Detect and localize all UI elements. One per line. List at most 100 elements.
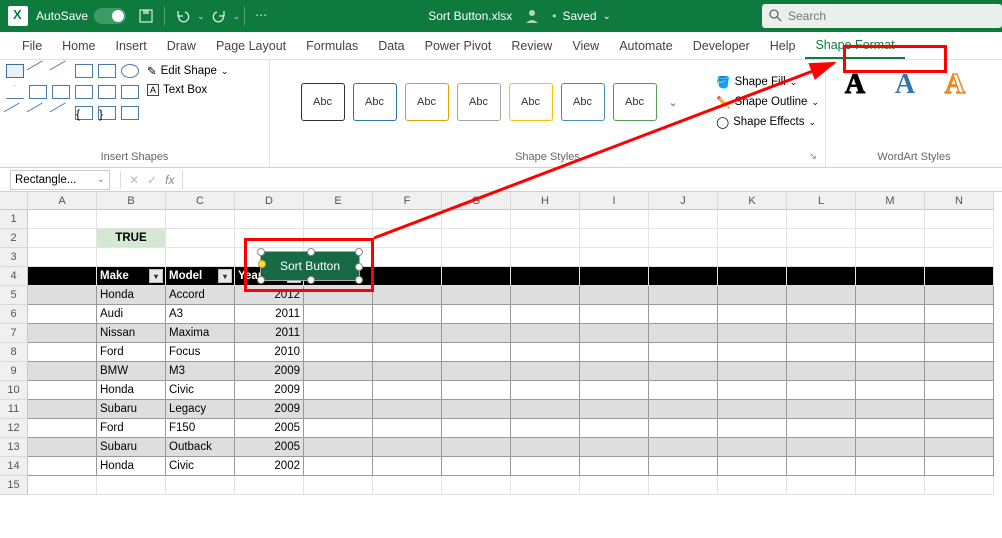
cell[interactable] bbox=[787, 286, 856, 305]
shape-effects-button[interactable]: ◯Shape Effects⌄ bbox=[716, 115, 819, 129]
style-chip[interactable]: Abc bbox=[561, 83, 605, 121]
cell[interactable] bbox=[925, 248, 994, 267]
cell[interactable] bbox=[373, 305, 442, 324]
cell[interactable] bbox=[166, 210, 235, 229]
cell[interactable] bbox=[787, 476, 856, 495]
cell[interactable]: 2010 bbox=[235, 343, 304, 362]
select-all-corner[interactable] bbox=[0, 192, 28, 210]
cell[interactable] bbox=[856, 343, 925, 362]
cell[interactable]: BMW bbox=[97, 362, 166, 381]
cell[interactable] bbox=[442, 476, 511, 495]
cell[interactable] bbox=[28, 438, 97, 457]
cell[interactable] bbox=[304, 381, 373, 400]
cell[interactable]: 2009 bbox=[235, 381, 304, 400]
cell[interactable] bbox=[580, 229, 649, 248]
tab-insert[interactable]: Insert bbox=[106, 32, 157, 59]
cell[interactable] bbox=[580, 343, 649, 362]
cell[interactable] bbox=[856, 457, 925, 476]
cell[interactable] bbox=[649, 267, 718, 286]
cell[interactable] bbox=[580, 476, 649, 495]
worksheet-grid[interactable]: A B C D E F G H I J K L M N 123456789101… bbox=[0, 192, 1002, 495]
cell[interactable] bbox=[925, 210, 994, 229]
col-header[interactable]: J bbox=[649, 192, 718, 210]
cell[interactable]: Audi bbox=[97, 305, 166, 324]
cell[interactable] bbox=[28, 305, 97, 324]
shape-fill-button[interactable]: 🪣Shape Fill⌄ bbox=[716, 75, 819, 89]
tab-draw[interactable]: Draw bbox=[157, 32, 206, 59]
cell[interactable] bbox=[373, 362, 442, 381]
cell[interactable]: Subaru bbox=[97, 400, 166, 419]
row-header[interactable]: 6 bbox=[0, 305, 28, 324]
row-header[interactable]: 3 bbox=[0, 248, 28, 267]
cell[interactable] bbox=[580, 438, 649, 457]
cell[interactable] bbox=[373, 343, 442, 362]
cell[interactable] bbox=[856, 248, 925, 267]
row-header[interactable]: 4 bbox=[0, 267, 28, 286]
cell[interactable] bbox=[649, 419, 718, 438]
filter-dropdown-icon[interactable]: ▾ bbox=[149, 269, 163, 283]
row-header[interactable]: 1 bbox=[0, 210, 28, 229]
undo-icon[interactable] bbox=[175, 8, 191, 24]
cell[interactable]: Legacy bbox=[166, 400, 235, 419]
style-chip[interactable]: Abc bbox=[405, 83, 449, 121]
tab-developer[interactable]: Developer bbox=[683, 32, 760, 59]
col-header[interactable]: E bbox=[304, 192, 373, 210]
cell[interactable]: Outback bbox=[166, 438, 235, 457]
cell[interactable] bbox=[304, 457, 373, 476]
row-header[interactable]: 11 bbox=[0, 400, 28, 419]
cell[interactable] bbox=[787, 229, 856, 248]
cell[interactable] bbox=[580, 267, 649, 286]
cell[interactable] bbox=[442, 381, 511, 400]
cell[interactable] bbox=[718, 438, 787, 457]
save-icon[interactable] bbox=[138, 8, 154, 24]
cell[interactable] bbox=[718, 267, 787, 286]
cell[interactable] bbox=[787, 362, 856, 381]
cell[interactable] bbox=[925, 324, 994, 343]
cell[interactable] bbox=[856, 210, 925, 229]
tab-home[interactable]: Home bbox=[52, 32, 105, 59]
formula-input[interactable] bbox=[182, 170, 1002, 190]
cell[interactable]: 2009 bbox=[235, 400, 304, 419]
cell[interactable] bbox=[442, 400, 511, 419]
cell[interactable] bbox=[856, 305, 925, 324]
tab-power-pivot[interactable]: Power Pivot bbox=[415, 32, 502, 59]
row-header[interactable]: 7 bbox=[0, 324, 28, 343]
cell[interactable] bbox=[304, 438, 373, 457]
cell[interactable] bbox=[28, 343, 97, 362]
cell[interactable] bbox=[718, 324, 787, 343]
cell[interactable] bbox=[718, 286, 787, 305]
cell[interactable] bbox=[511, 400, 580, 419]
cell[interactable] bbox=[925, 343, 994, 362]
cell[interactable] bbox=[649, 248, 718, 267]
cell[interactable]: Subaru bbox=[97, 438, 166, 457]
text-box-button[interactable]: AText Box bbox=[147, 84, 228, 96]
cell[interactable] bbox=[97, 248, 166, 267]
cell[interactable] bbox=[28, 286, 97, 305]
enter-icon[interactable]: ✓ bbox=[143, 173, 161, 187]
cell[interactable] bbox=[511, 229, 580, 248]
cell[interactable] bbox=[373, 324, 442, 343]
cell[interactable] bbox=[166, 229, 235, 248]
cell[interactable]: Nissan bbox=[97, 324, 166, 343]
cell[interactable] bbox=[511, 286, 580, 305]
cell[interactable] bbox=[373, 400, 442, 419]
cell[interactable] bbox=[856, 324, 925, 343]
cell[interactable]: Civic bbox=[166, 457, 235, 476]
resize-handle-icon[interactable] bbox=[355, 276, 363, 284]
cell[interactable] bbox=[373, 476, 442, 495]
cell[interactable] bbox=[580, 305, 649, 324]
cell[interactable]: Ford bbox=[97, 343, 166, 362]
cell[interactable] bbox=[442, 267, 511, 286]
cell[interactable] bbox=[649, 438, 718, 457]
cell[interactable] bbox=[28, 400, 97, 419]
cell[interactable]: Maxima bbox=[166, 324, 235, 343]
cell[interactable] bbox=[580, 286, 649, 305]
cell[interactable] bbox=[718, 419, 787, 438]
cell[interactable] bbox=[511, 248, 580, 267]
autosave-toggle[interactable] bbox=[94, 8, 126, 24]
cell[interactable]: 2005 bbox=[235, 419, 304, 438]
cell[interactable] bbox=[304, 305, 373, 324]
cell[interactable] bbox=[856, 286, 925, 305]
cell[interactable] bbox=[787, 457, 856, 476]
tab-help[interactable]: Help bbox=[760, 32, 806, 59]
